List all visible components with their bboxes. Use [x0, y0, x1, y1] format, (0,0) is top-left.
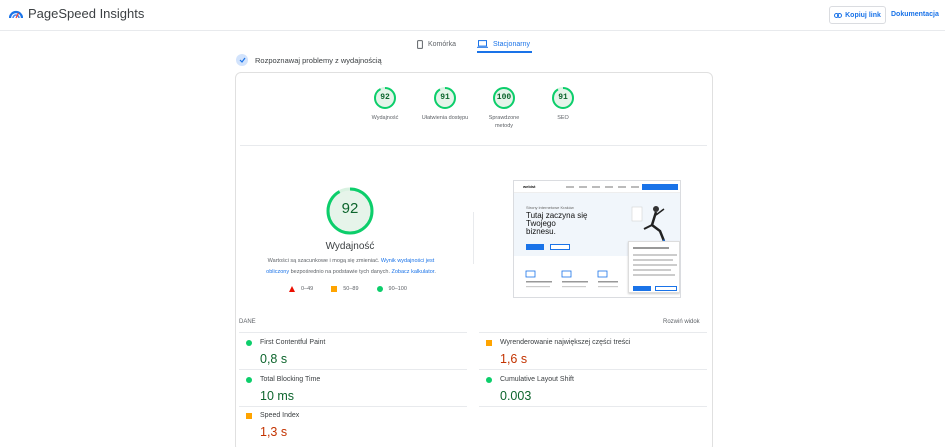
calculator-link[interactable]: Zobacz kalkulator	[392, 269, 435, 275]
legend-fail: 0–49	[289, 286, 313, 292]
score-value: 91	[558, 93, 568, 102]
metric-divider	[479, 369, 707, 370]
score-legend: 0–49 50–89 90–100	[289, 286, 407, 292]
metric-name: First Contentful Paint	[260, 339, 326, 346]
metric-cumulative-layout-shift: Cumulative Layout Shift 0.003	[486, 376, 711, 403]
square-icon	[331, 286, 338, 292]
performance-score: 92	[341, 200, 359, 217]
score-gauge-best-practices[interactable]: 100 Sprawdzone metody	[479, 86, 529, 130]
thumb-headline: Tutaj zaczyna się Twojego biznesu.	[526, 212, 621, 236]
device-tabs: Komórka Stacjonarny	[0, 36, 945, 56]
circle-icon	[376, 286, 383, 292]
documentation-link[interactable]: Dokumentacja	[891, 11, 939, 18]
diagnose-toggle-label: Rozpoznawaj problemy z wydajnością	[255, 55, 382, 65]
tab-desktop[interactable]: Stacjonarny	[477, 36, 530, 52]
score-value: 100	[496, 93, 512, 102]
score-gauge-seo[interactable]: 91 SEO	[538, 86, 588, 122]
metric-value: 1,3 s	[260, 425, 288, 439]
score-value: 91	[440, 93, 450, 102]
metric-divider	[239, 369, 467, 370]
desc-text: bezpośrednio na podstawie tych danych.	[289, 269, 392, 275]
final-screenshot[interactable]: webist Strony internetowe Kraków Tutaj z…	[513, 180, 681, 298]
triangle-icon	[289, 286, 295, 292]
desc-text: .	[434, 269, 436, 275]
tab-desktop-label: Stacjonarny	[493, 40, 530, 48]
pass-circle-icon	[486, 376, 492, 383]
expand-view-toggle[interactable]: Rozwiń widok	[663, 319, 700, 325]
smartphone-icon	[417, 39, 423, 49]
performance-gauge: 92	[325, 186, 375, 236]
diagnose-toggle-row[interactable]: Rozpoznawaj problemy z wydajnością	[236, 54, 382, 66]
desc-text: Wartości są szacunkowe i mogą się zmieni…	[267, 258, 381, 264]
legend-average: 50–89	[331, 286, 359, 292]
thumb-features-icon	[525, 270, 618, 288]
metric-divider	[239, 332, 467, 333]
score-gauge-accessibility[interactable]: 91 Ułatwienia dostępu	[420, 86, 470, 122]
metric-name: Wyrenderowanie największej części treści	[500, 339, 631, 346]
tab-underline	[477, 51, 532, 53]
category-scores: 92 Wydajność 91 Ułatwienia dostępu 100 S…	[360, 86, 600, 142]
thumb-cookie-dialog	[628, 241, 680, 293]
metric-name: Total Blocking Time	[260, 376, 321, 383]
metric-first-contentful-paint: First Contentful Paint 0,8 s	[246, 339, 471, 366]
data-heading: DANE	[239, 319, 256, 325]
metric-name: Speed Index	[260, 412, 300, 419]
performance-description: Wartości są szacunkowe i mogą się zmieni…	[256, 256, 446, 278]
metric-value: 0.003	[500, 389, 532, 403]
section-divider	[240, 145, 707, 146]
metric-total-blocking-time: Total Blocking Time 10 ms	[246, 376, 471, 403]
legend-label: 50–89	[343, 286, 359, 292]
check-icon	[239, 57, 245, 63]
app-title: PageSpeed Insights	[28, 6, 145, 21]
pagespeed-gauge-icon	[9, 10, 23, 19]
vertical-separator	[473, 212, 474, 264]
average-square-icon	[246, 412, 252, 419]
top-bar: PageSpeed Insights Kopiuj link Dokumenta…	[0, 0, 945, 31]
pass-circle-icon	[246, 376, 252, 383]
diagnose-toggle[interactable]	[236, 54, 248, 66]
thumb-navbar: webist	[514, 181, 680, 193]
average-square-icon	[486, 339, 492, 346]
tab-mobile[interactable]: Komórka	[417, 36, 456, 52]
score-label: Ułatwienia dostępu	[421, 115, 469, 121]
metric-divider	[479, 406, 707, 407]
metric-divider	[479, 332, 707, 333]
metric-speed-index: Speed Index 1,3 s	[246, 412, 471, 439]
score-value: 92	[380, 93, 390, 102]
link-icon	[834, 12, 843, 18]
score-label: Sprawdzone metody	[488, 115, 520, 129]
app-logo[interactable]: PageSpeed Insights	[9, 6, 144, 21]
performance-title: Wydajność	[325, 241, 375, 252]
legend-label: 90–100	[388, 286, 407, 292]
pass-circle-icon	[246, 339, 252, 346]
metric-largest-contentful-paint: Wyrenderowanie największej części treści…	[486, 339, 711, 366]
thumb-headline-line: biznesu.	[526, 227, 556, 236]
score-label: Wydajność	[371, 115, 399, 121]
thumb-nav-links	[566, 186, 646, 188]
thumb-small-text: Strony internetowe Kraków	[526, 205, 574, 210]
legend-pass: 90–100	[376, 286, 407, 292]
metric-name: Cumulative Layout Shift	[500, 376, 574, 383]
thumb-logo: webist	[523, 184, 536, 189]
thumb-buttons	[526, 244, 570, 250]
copy-link-label: Kopiuj link	[845, 11, 881, 19]
score-label: SEO	[557, 115, 569, 121]
laptop-icon	[477, 40, 488, 48]
copy-link-button[interactable]: Kopiuj link	[829, 6, 886, 24]
score-gauge-performance[interactable]: 92 Wydajność	[360, 86, 410, 122]
metric-value: 10 ms	[260, 389, 295, 403]
legend-label: 0–49	[301, 286, 314, 292]
thumb-cta	[642, 184, 678, 190]
metric-value: 1,6 s	[500, 352, 528, 366]
metric-value: 0,8 s	[260, 352, 288, 366]
metric-divider	[239, 406, 467, 407]
tab-mobile-label: Komórka	[428, 40, 457, 48]
